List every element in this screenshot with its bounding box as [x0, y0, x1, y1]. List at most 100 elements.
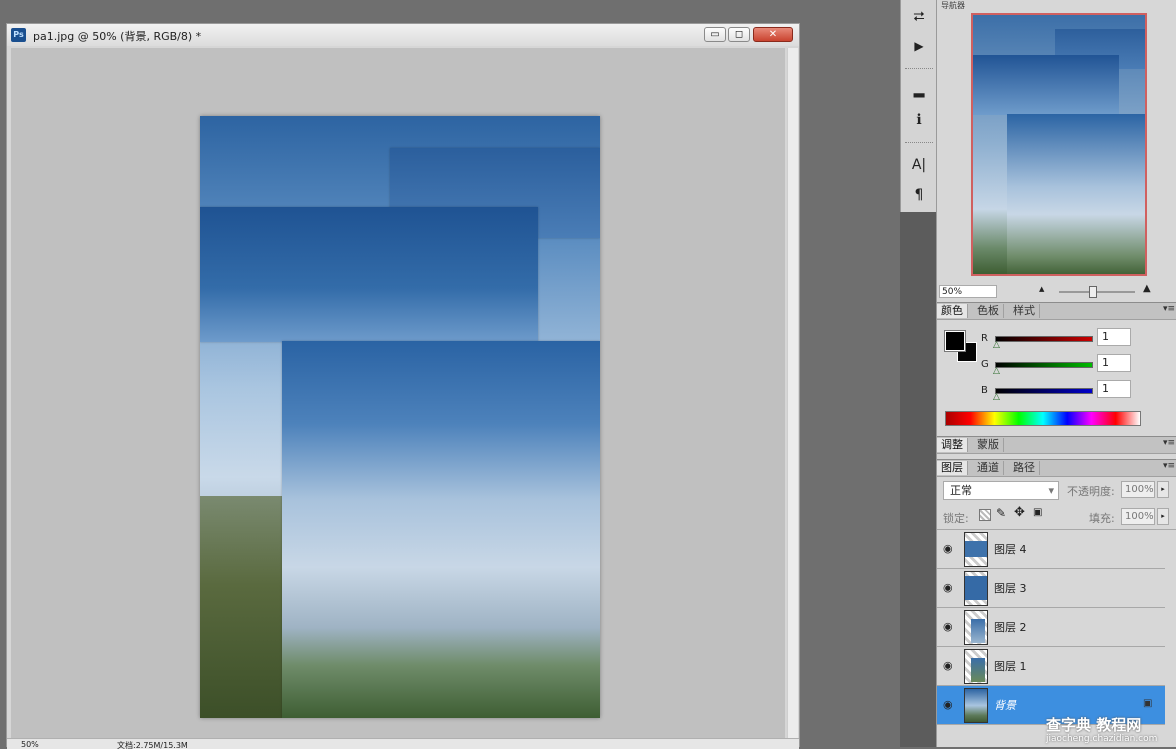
toolstrip-divider	[905, 142, 933, 145]
layer-thumbnail	[964, 649, 988, 684]
blue-channel-slider[interactable]	[995, 388, 1093, 394]
tab-swatches[interactable]: 色板	[973, 304, 1004, 318]
character-icon[interactable]: A|	[907, 154, 931, 176]
histogram-icon[interactable]: ▂	[907, 79, 931, 101]
layer-name[interactable]: 图层 2	[994, 619, 1027, 635]
navigator-zoom-slider-handle[interactable]	[1089, 286, 1097, 298]
maximize-icon: ◻	[734, 29, 744, 40]
image-layer-2	[282, 341, 600, 718]
layer-row[interactable]: ◉ 图层 1	[937, 647, 1165, 686]
layer-row[interactable]: ◉ 图层 2	[937, 608, 1165, 647]
lock-position-icon[interactable]: ✥	[1014, 505, 1025, 520]
zoom-level[interactable]: 50%	[21, 740, 39, 749]
toolstrip-divider	[905, 68, 933, 71]
lock-pixels-icon[interactable]: ✎	[996, 506, 1006, 520]
status-bar: 50% 文档:2.75M/15.3M	[7, 738, 799, 749]
adjustment-panel-tabs: 调整 蒙版 ▾≡	[937, 436, 1176, 454]
blend-mode-select[interactable]: 正常 ▾	[943, 481, 1059, 500]
green-slider-handle[interactable]: △	[993, 366, 1000, 376]
panel-icon-column: ⮂ ▶ ▂ ℹ A| ¶	[900, 0, 936, 212]
tab-channels[interactable]: 通道	[973, 461, 1004, 475]
layer-thumbnail	[964, 610, 988, 645]
layer-name[interactable]: 图层 3	[994, 580, 1027, 596]
layer-name[interactable]: 背景	[994, 697, 1016, 713]
tab-paths[interactable]: 路径	[1009, 461, 1040, 475]
photoshop-icon: Ps	[11, 28, 26, 42]
green-channel-input[interactable]: 1	[1097, 354, 1131, 372]
canvas-area[interactable]	[11, 48, 785, 738]
foreground-color-swatch[interactable]	[944, 330, 966, 352]
layer-lock-icon: ▣	[1143, 698, 1153, 709]
color-panel-tabs: 颜色 色板 样式 ▾≡	[937, 302, 1176, 320]
fill-arrow-icon[interactable]: ▸	[1157, 508, 1169, 525]
tab-layers[interactable]: 图层	[937, 461, 968, 475]
layer-row[interactable]: ◉ 图层 4	[937, 530, 1165, 569]
layers-panel-menu-icon[interactable]: ▾≡	[1163, 461, 1175, 471]
close-button[interactable]: ✕	[753, 27, 793, 42]
lock-all-icon[interactable]: ▣	[1033, 507, 1042, 518]
red-channel-slider[interactable]	[995, 336, 1093, 342]
color-panel-menu-icon[interactable]: ▾≡	[1163, 304, 1175, 314]
layers-panel-tabs: 图层 通道 路径 ▾≡	[937, 459, 1176, 477]
fill-label: 填充:	[1089, 512, 1115, 525]
document-window: Ps pa1.jpg @ 50% (背景, RGB/8) * ▭ ◻ ✕ 50%…	[6, 23, 800, 749]
watermark-url: jiaocheng.chazidian.com	[1046, 734, 1158, 744]
opacity-label: 不透明度:	[1067, 485, 1115, 498]
history-icon[interactable]: ⮂	[907, 6, 931, 28]
info-icon[interactable]: ℹ	[907, 109, 931, 131]
document-title-bar[interactable]: Ps pa1.jpg @ 50% (背景, RGB/8) * ▭ ◻ ✕	[7, 24, 799, 46]
green-channel-slider[interactable]	[995, 362, 1093, 368]
document-title: pa1.jpg @ 50% (背景, RGB/8) *	[33, 30, 202, 43]
opacity-input[interactable]: 100%	[1121, 481, 1155, 498]
color-spectrum-bar[interactable]	[945, 411, 1141, 426]
document-size-info: 文档:2.75M/15.3M	[117, 741, 188, 749]
navigator-thumbnail[interactable]	[971, 13, 1147, 276]
tab-adjustments[interactable]: 调整	[937, 438, 968, 452]
actions-icon[interactable]: ▶	[907, 35, 931, 57]
layer-thumbnail	[964, 688, 988, 723]
blue-channel-label: B	[981, 385, 988, 396]
blue-channel-input[interactable]: 1	[1097, 380, 1131, 398]
paragraph-icon[interactable]: ¶	[907, 184, 931, 206]
visibility-eye-icon[interactable]: ◉	[943, 620, 953, 633]
lock-transparency-icon[interactable]	[979, 509, 991, 521]
zoom-in-icon[interactable]: ▲	[1143, 283, 1151, 294]
blue-slider-handle[interactable]: △	[993, 392, 1000, 402]
fill-input[interactable]: 100%	[1121, 508, 1155, 525]
layer-row[interactable]: ◉ 图层 3	[937, 569, 1165, 608]
navigator-zoom-slider[interactable]	[1059, 291, 1135, 293]
panel-column: 导航器 50% ▲ ▲ 颜色 色板 样式 ▾≡ R △ 1 G △ 1 B △ …	[936, 0, 1176, 747]
layer-thumbnail	[964, 532, 988, 567]
tab-styles[interactable]: 样式	[1009, 304, 1040, 318]
chevron-down-icon: ▾	[1048, 484, 1054, 497]
adjust-panel-menu-icon[interactable]: ▾≡	[1163, 438, 1175, 448]
image-layer-3	[200, 207, 538, 342]
minimize-icon: ▭	[710, 29, 720, 40]
visibility-eye-icon[interactable]: ◉	[943, 698, 953, 711]
vertical-scrollbar[interactable]	[787, 48, 798, 738]
visibility-eye-icon[interactable]: ◉	[943, 542, 953, 555]
tab-color[interactable]: 颜色	[937, 304, 968, 318]
document-image[interactable]	[200, 116, 600, 718]
navigator-tab[interactable]: 导航器	[941, 0, 965, 11]
layer-name[interactable]: 图层 1	[994, 658, 1027, 674]
layer-thumbnail	[964, 571, 988, 606]
navigator-layer-2	[1007, 114, 1145, 274]
opacity-arrow-icon[interactable]: ▸	[1157, 481, 1169, 498]
visibility-eye-icon[interactable]: ◉	[943, 581, 953, 594]
blend-mode-value: 正常	[950, 484, 972, 497]
red-channel-input[interactable]: 1	[1097, 328, 1131, 346]
red-slider-handle[interactable]: △	[993, 340, 1000, 350]
lock-label: 锁定:	[943, 512, 969, 525]
minimize-button[interactable]: ▭	[704, 27, 726, 42]
layer-name[interactable]: 图层 4	[994, 541, 1027, 557]
green-channel-label: G	[981, 359, 989, 370]
watermark-logo-text: 查字典 教程网	[1046, 716, 1142, 734]
visibility-eye-icon[interactable]: ◉	[943, 659, 953, 672]
maximize-button[interactable]: ◻	[728, 27, 750, 42]
zoom-out-icon[interactable]: ▲	[1039, 285, 1044, 293]
tab-masks[interactable]: 蒙版	[973, 438, 1004, 452]
image-town-region	[200, 496, 282, 718]
navigator-zoom-input[interactable]: 50%	[939, 285, 997, 298]
red-channel-label: R	[981, 333, 988, 344]
